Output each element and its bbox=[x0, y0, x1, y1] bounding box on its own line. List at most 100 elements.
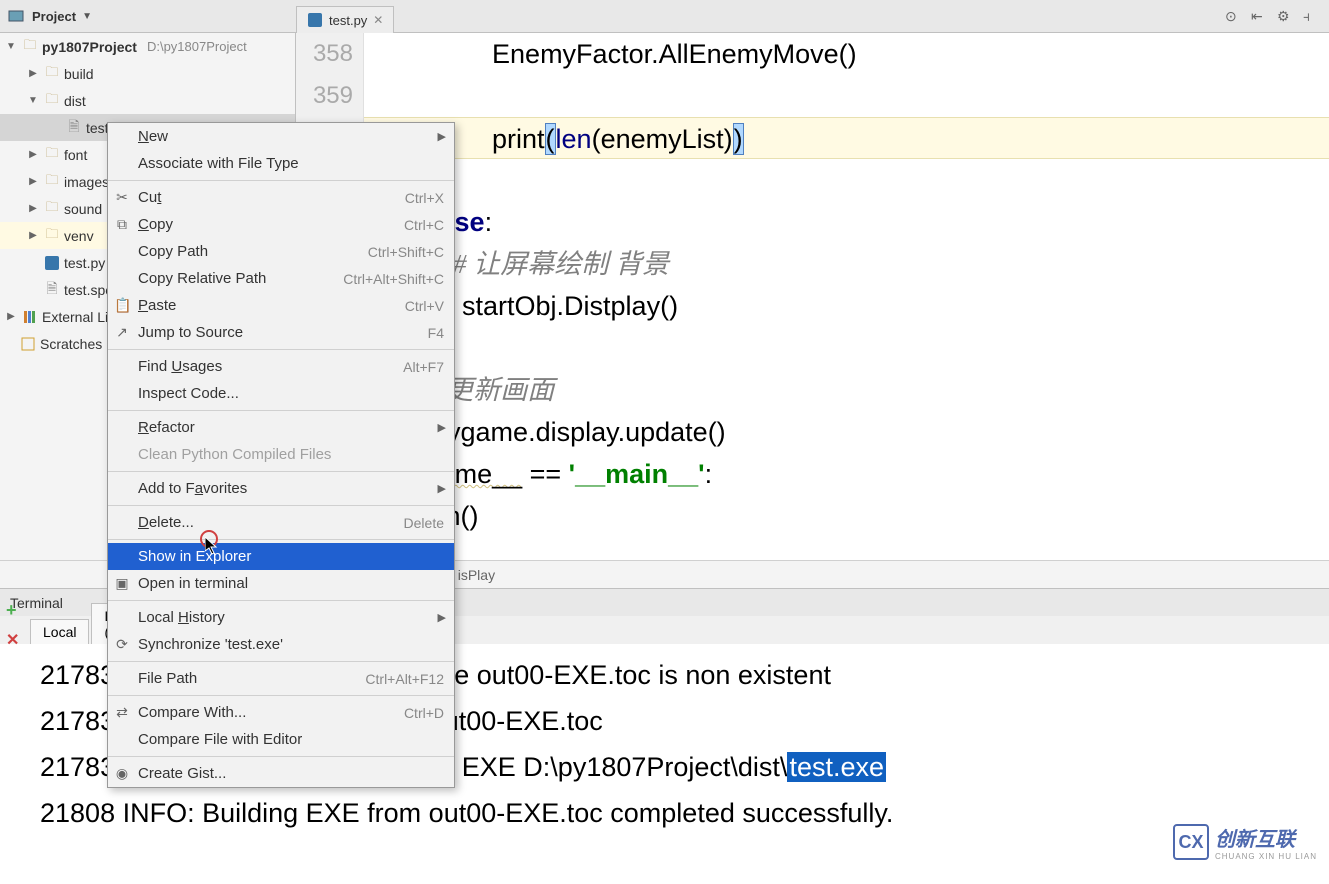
tree-item-label: dist bbox=[64, 93, 86, 109]
code-line: .f __name__ == '__main__': bbox=[364, 453, 1329, 495]
code-line: # 让屏幕绘制 背景 bbox=[364, 243, 1329, 285]
menu-item[interactable]: Show in Explorer bbox=[108, 543, 454, 570]
python-icon bbox=[307, 12, 323, 28]
menu-item[interactable]: ⇄Compare With...Ctrl+D bbox=[108, 699, 454, 726]
menu-item[interactable]: Local History▶ bbox=[108, 604, 454, 631]
menu-item[interactable]: ⧉CopyCtrl+C bbox=[108, 211, 454, 238]
code-area[interactable]: EnemyFactor.AllEnemyMove() print(len(len… bbox=[364, 33, 1329, 537]
root-path: D:\py1807Project bbox=[147, 39, 247, 54]
root-name: py1807Project bbox=[42, 39, 137, 55]
scratch-icon bbox=[20, 336, 36, 352]
menu-item-label: Create Gist... bbox=[138, 765, 444, 782]
context-menu: New▶Associate with File Type✂CutCtrl+X⧉C… bbox=[107, 122, 455, 788]
menu-item-icon: ✂ bbox=[114, 189, 130, 206]
menu-item[interactable]: 📋PasteCtrl+V bbox=[108, 292, 454, 319]
menu-item[interactable]: ▣Open in terminal bbox=[108, 570, 454, 597]
menu-item[interactable]: Refactor▶ bbox=[108, 414, 454, 441]
menu-item-label: Show in Explorer bbox=[138, 548, 444, 565]
menu-item[interactable]: Compare File with Editor bbox=[108, 726, 454, 753]
menu-item-label: Local History bbox=[138, 609, 444, 626]
menu-shortcut: Ctrl+C bbox=[404, 217, 444, 233]
menu-item[interactable]: File PathCtrl+Alt+F12 bbox=[108, 665, 454, 692]
watermark-sub: CHUANG XIN HU LIAN bbox=[1215, 852, 1317, 861]
gear-icon[interactable]: ⚙ bbox=[1277, 8, 1293, 24]
submenu-arrow-icon: ▶ bbox=[438, 482, 446, 495]
tree-item-label: font bbox=[64, 147, 87, 163]
menu-item[interactable]: Copy PathCtrl+Shift+C bbox=[108, 238, 454, 265]
tree-item[interactable]: ▶ build bbox=[0, 60, 295, 87]
locate-icon[interactable]: ⊙ bbox=[1225, 8, 1241, 24]
menu-item-label: Copy Path bbox=[138, 243, 368, 260]
menu-item-label: Copy Relative Path bbox=[138, 270, 343, 287]
menu-separator bbox=[108, 695, 454, 696]
expand-icon[interactable]: ▶ bbox=[26, 203, 40, 214]
menu-shortcut: Ctrl+V bbox=[405, 298, 444, 314]
close-icon[interactable]: ✕ bbox=[373, 13, 383, 27]
menu-item[interactable]: Find UsagesAlt+F7 bbox=[108, 353, 454, 380]
menu-shortcut: F4 bbox=[428, 325, 444, 341]
expand-icon[interactable]: ▶ bbox=[26, 149, 40, 160]
tree-item-label: build bbox=[64, 66, 94, 82]
line-number: 359 bbox=[296, 75, 353, 117]
menu-item-icon: ⟳ bbox=[114, 636, 130, 653]
terminal-tab-local[interactable]: Local bbox=[30, 619, 89, 644]
menu-separator bbox=[108, 471, 454, 472]
menu-item[interactable]: ◉Create Gist... bbox=[108, 760, 454, 787]
menu-separator bbox=[108, 180, 454, 181]
tab-test-py[interactable]: test.py ✕ bbox=[296, 6, 394, 33]
tree-item-label: test.py bbox=[64, 255, 105, 271]
menu-item-label: Clean Python Compiled Files bbox=[138, 446, 444, 463]
folder-icon bbox=[44, 147, 60, 163]
folder-icon bbox=[44, 174, 60, 190]
menu-item: Clean Python Compiled Files bbox=[108, 441, 454, 468]
code-line: pygame.display.update() bbox=[364, 411, 1329, 453]
tab-filename: test.py bbox=[329, 13, 367, 28]
menu-item[interactable]: ⟳Synchronize 'test.exe' bbox=[108, 631, 454, 658]
expand-icon[interactable]: ▶ bbox=[26, 176, 40, 187]
terminal-line: 21808 INFO: Building EXE from out00-EXE.… bbox=[40, 790, 1329, 836]
menu-item[interactable]: Inspect Code... bbox=[108, 380, 454, 407]
menu-separator bbox=[108, 505, 454, 506]
menu-item-label: Refactor bbox=[138, 419, 444, 436]
cursor-icon bbox=[205, 537, 221, 562]
editor-tabs: test.py ✕ bbox=[296, 0, 394, 33]
menu-item[interactable]: ✂CutCtrl+X bbox=[108, 184, 454, 211]
tree-root[interactable]: ▼ py1807Project D:\py1807Project bbox=[0, 33, 295, 60]
menu-item-label: Copy bbox=[138, 216, 404, 233]
expand-icon[interactable]: ▼ bbox=[26, 95, 40, 106]
add-terminal-icon[interactable]: + bbox=[6, 600, 17, 621]
menu-item-label: Compare File with Editor bbox=[138, 731, 444, 748]
folder-icon bbox=[44, 93, 60, 109]
project-dropdown[interactable]: Project ▼ bbox=[0, 8, 92, 24]
menu-separator bbox=[108, 349, 454, 350]
menu-shortcut: Alt+F7 bbox=[403, 359, 444, 375]
menu-item[interactable]: New▶ bbox=[108, 123, 454, 150]
menu-item[interactable]: Copy Relative PathCtrl+Alt+Shift+C bbox=[108, 265, 454, 292]
menu-item[interactable]: ↗Jump to SourceF4 bbox=[108, 319, 454, 346]
highlighted-filename: test.exe bbox=[787, 752, 886, 782]
menu-item[interactable]: Associate with File Type bbox=[108, 150, 454, 177]
folder-icon bbox=[22, 39, 38, 55]
menu-item[interactable]: Delete...Delete bbox=[108, 509, 454, 536]
scratches-label: Scratches bbox=[40, 336, 102, 352]
hide-icon[interactable]: ⫞ bbox=[1303, 8, 1319, 24]
project-icon bbox=[8, 8, 24, 24]
menu-separator bbox=[108, 539, 454, 540]
expand-icon[interactable]: ▶ bbox=[26, 230, 40, 241]
submenu-arrow-icon: ▶ bbox=[438, 421, 446, 434]
menu-item-label: Inspect Code... bbox=[138, 385, 444, 402]
menu-shortcut: Ctrl+X bbox=[405, 190, 444, 206]
menu-item-label: Paste bbox=[138, 297, 405, 314]
expand-icon[interactable]: ▶ bbox=[4, 311, 18, 322]
menu-item-label: New bbox=[138, 128, 444, 145]
folder-icon bbox=[44, 228, 60, 244]
close-terminal-icon[interactable]: ✕ bbox=[6, 630, 19, 650]
menu-item[interactable]: Add to Favorites▶ bbox=[108, 475, 454, 502]
menu-shortcut: Delete bbox=[404, 515, 444, 531]
tree-item[interactable]: ▼ dist bbox=[0, 87, 295, 114]
collapse-icon[interactable]: ⇤ bbox=[1251, 8, 1267, 24]
menu-shortcut: Ctrl+Shift+C bbox=[368, 244, 444, 260]
code-line: EnemyFactor.AllEnemyMove() bbox=[364, 33, 1329, 75]
expand-icon[interactable]: ▼ bbox=[4, 41, 18, 52]
expand-icon[interactable]: ▶ bbox=[26, 68, 40, 79]
